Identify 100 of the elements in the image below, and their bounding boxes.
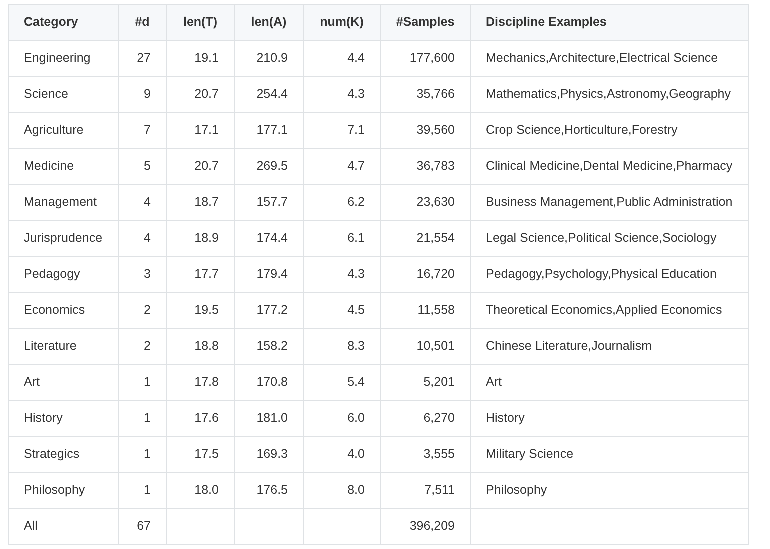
- table-cell: 2: [118, 328, 166, 364]
- table-cell: 8.3: [304, 328, 380, 364]
- table-cell: Philosophy: [470, 472, 748, 508]
- table-cell: 254.4: [234, 76, 304, 112]
- table-cell: Pedagogy,Psychology,Physical Education: [470, 256, 748, 292]
- table-cell: 18.0: [166, 472, 234, 508]
- table-cell: 10,501: [380, 328, 470, 364]
- table-cell: 396,209: [380, 508, 470, 544]
- table-cell: 269.5: [234, 148, 304, 184]
- column-header: Category: [8, 4, 118, 40]
- table-cell: 17.6: [166, 400, 234, 436]
- table-cell: 2: [118, 292, 166, 328]
- table-cell: 17.1: [166, 112, 234, 148]
- table-cell: 3: [118, 256, 166, 292]
- table-cell: Science: [8, 76, 118, 112]
- table-cell: 21,554: [380, 220, 470, 256]
- table-cell: Theoretical Economics,Applied Economics: [470, 292, 748, 328]
- table-cell: 4.5: [304, 292, 380, 328]
- table-cell: History: [470, 400, 748, 436]
- table-cell: 5,201: [380, 364, 470, 400]
- table-cell: 169.3: [234, 436, 304, 472]
- table-cell: Jurisprudence: [8, 220, 118, 256]
- table-cell: Art: [470, 364, 748, 400]
- table-cell: 67: [118, 508, 166, 544]
- table-cell: Legal Science,Political Science,Sociology: [470, 220, 748, 256]
- column-header: #Samples: [380, 4, 470, 40]
- table-cell: Literature: [8, 328, 118, 364]
- table-cell: Philosophy: [8, 472, 118, 508]
- table-cell: 177.1: [234, 112, 304, 148]
- table-cell: 4.4: [304, 40, 380, 76]
- table-cell: Management: [8, 184, 118, 220]
- table-cell: 19.5: [166, 292, 234, 328]
- table-cell: 4: [118, 220, 166, 256]
- table-cell: 39,560: [380, 112, 470, 148]
- table-cell: 176.5: [234, 472, 304, 508]
- table-cell: 3,555: [380, 436, 470, 472]
- table-cell: Strategics: [8, 436, 118, 472]
- table-cell: 157.7: [234, 184, 304, 220]
- table-cell: Economics: [8, 292, 118, 328]
- table-cell: Mechanics,Architecture,Electrical Science: [470, 40, 748, 76]
- table-cell: 7,511: [380, 472, 470, 508]
- table-cell: 7.1: [304, 112, 380, 148]
- table-cell: Agriculture: [8, 112, 118, 148]
- table-cell: Pedagogy: [8, 256, 118, 292]
- table-cell: 1: [118, 400, 166, 436]
- table-cell: 4.7: [304, 148, 380, 184]
- table-cell: 174.4: [234, 220, 304, 256]
- table-cell: 20.7: [166, 76, 234, 112]
- table-cell: 181.0: [234, 400, 304, 436]
- table-cell: 9: [118, 76, 166, 112]
- table-cell: 11,558: [380, 292, 470, 328]
- table-cell: 5.4: [304, 364, 380, 400]
- table-cell: 177.2: [234, 292, 304, 328]
- table-cell: Engineering: [8, 40, 118, 76]
- table-cell: Art: [8, 364, 118, 400]
- table-cell: Mathematics,Physics,Astronomy,Geography: [470, 76, 748, 112]
- table-cell: 16,720: [380, 256, 470, 292]
- table-cell: Business Management,Public Administration: [470, 184, 748, 220]
- table-cell: 5: [118, 148, 166, 184]
- table-cell: 17.8: [166, 364, 234, 400]
- table-cell: 6.1: [304, 220, 380, 256]
- table-cell: History: [8, 400, 118, 436]
- table-cell: 6.0: [304, 400, 380, 436]
- table-cell: 158.2: [234, 328, 304, 364]
- table-cell: 18.8: [166, 328, 234, 364]
- table-cell: 18.7: [166, 184, 234, 220]
- column-header: Discipline Examples: [470, 4, 748, 40]
- table-cell: 23,630: [380, 184, 470, 220]
- table-cell: 35,766: [380, 76, 470, 112]
- table-cell: Medicine: [8, 148, 118, 184]
- table-cell: 20.7: [166, 148, 234, 184]
- table-cell: 4.3: [304, 256, 380, 292]
- table-cell: Military Science: [470, 436, 748, 472]
- table-cell: 179.4: [234, 256, 304, 292]
- table-cell: Clinical Medicine,Dental Medicine,Pharmacy: [470, 148, 748, 184]
- table-cell: 36,783: [380, 148, 470, 184]
- table-cell: 4: [118, 184, 166, 220]
- table-cell: 6,270: [380, 400, 470, 436]
- table-cell: Crop Science,Horticulture,Forestry: [470, 112, 748, 148]
- table-cell: Chinese Literature,Journalism: [470, 328, 748, 364]
- table-cell: 8.0: [304, 472, 380, 508]
- table-cell: 27: [118, 40, 166, 76]
- table-cell: 18.9: [166, 220, 234, 256]
- table-cell: All: [8, 508, 118, 544]
- table-cell: 177,600: [380, 40, 470, 76]
- table-cell: 1: [118, 364, 166, 400]
- table-cell: 6.2: [304, 184, 380, 220]
- table-cell: 17.7: [166, 256, 234, 292]
- table-cell: 17.5: [166, 436, 234, 472]
- table-cell: 1: [118, 436, 166, 472]
- table-cell: 1: [118, 472, 166, 508]
- table-cell: 4.0: [304, 436, 380, 472]
- column-header: len(T): [166, 4, 234, 40]
- table-cell: 170.8: [234, 364, 304, 400]
- column-header: len(A): [234, 4, 304, 40]
- column-header: num(K): [304, 4, 380, 40]
- table-cell: 19.1: [166, 40, 234, 76]
- table-cell: 210.9: [234, 40, 304, 76]
- column-header: #d: [118, 4, 166, 40]
- table-cell: 4.3: [304, 76, 380, 112]
